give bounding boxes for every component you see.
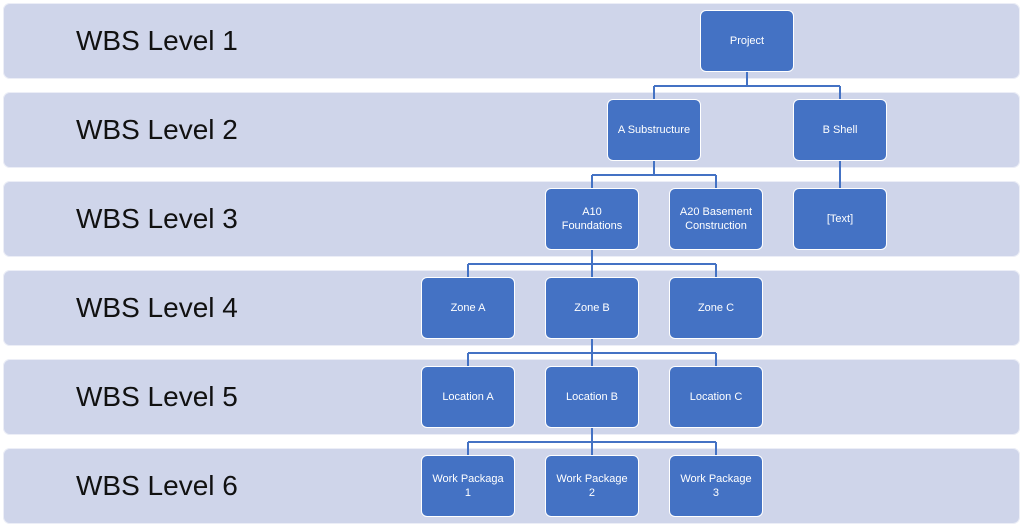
node-zone-c[interactable]: Zone C — [669, 277, 763, 339]
node-a10-foundations[interactable]: A10 Foundations — [545, 188, 639, 250]
node-project-label: Project — [729, 35, 765, 47]
node-b-shell[interactable]: B Shell — [793, 99, 887, 161]
node-location-b[interactable]: Location B — [545, 366, 639, 428]
node-project[interactable]: Project — [700, 10, 794, 72]
node-work-package-3[interactable]: Work Package 3 — [669, 455, 763, 517]
node-zone-b[interactable]: Zone B — [545, 277, 639, 339]
wbs-level-1-label: WBS Level 1 — [76, 25, 238, 56]
node-a-substructure-label: A Substructure — [617, 124, 691, 136]
node-zone-a[interactable]: Zone A — [421, 277, 515, 339]
node-zone-b-label: Zone B — [574, 302, 610, 314]
wbs-level-4-label: WBS Level 4 — [76, 292, 238, 323]
node-location-a-label: Location A — [442, 391, 494, 403]
node-b-shell-label: B Shell — [822, 124, 858, 136]
node-location-b-label: Location B — [566, 391, 618, 403]
wbs-level-3-label: WBS Level 3 — [76, 203, 238, 234]
node-text-placeholder[interactable]: [Text] — [793, 188, 887, 250]
node-location-a[interactable]: Location A — [421, 366, 515, 428]
node-work-package-1-label: Work Packaga 1 — [432, 473, 504, 499]
node-location-c-label: Location C — [689, 391, 743, 403]
node-a-substructure[interactable]: A Substructure — [607, 99, 701, 161]
node-zone-c-label: Zone C — [697, 302, 735, 314]
node-work-package-2[interactable]: Work Package 2 — [545, 455, 639, 517]
node-work-package-1[interactable]: Work Packaga 1 — [421, 455, 515, 517]
node-a20-basement-construction-label: A20 Basement Construction — [679, 206, 753, 232]
node-zone-a-label: Zone A — [450, 302, 486, 314]
wbs-level-6-label: WBS Level 6 — [76, 470, 238, 501]
node-work-package-2-label: Work Package 2 — [556, 473, 628, 499]
node-location-c[interactable]: Location C — [669, 366, 763, 428]
node-a10-foundations-label: A10 Foundations — [561, 206, 623, 232]
wbs-level-2-label: WBS Level 2 — [76, 114, 238, 145]
wbs-level-1-band: WBS Level 1 — [3, 3, 1020, 79]
wbs-level-5-label: WBS Level 5 — [76, 381, 238, 412]
node-text-placeholder-label: [Text] — [826, 213, 854, 225]
node-a20-basement-construction[interactable]: A20 Basement Construction — [669, 188, 763, 250]
node-work-package-3-label: Work Package 3 — [680, 473, 752, 499]
